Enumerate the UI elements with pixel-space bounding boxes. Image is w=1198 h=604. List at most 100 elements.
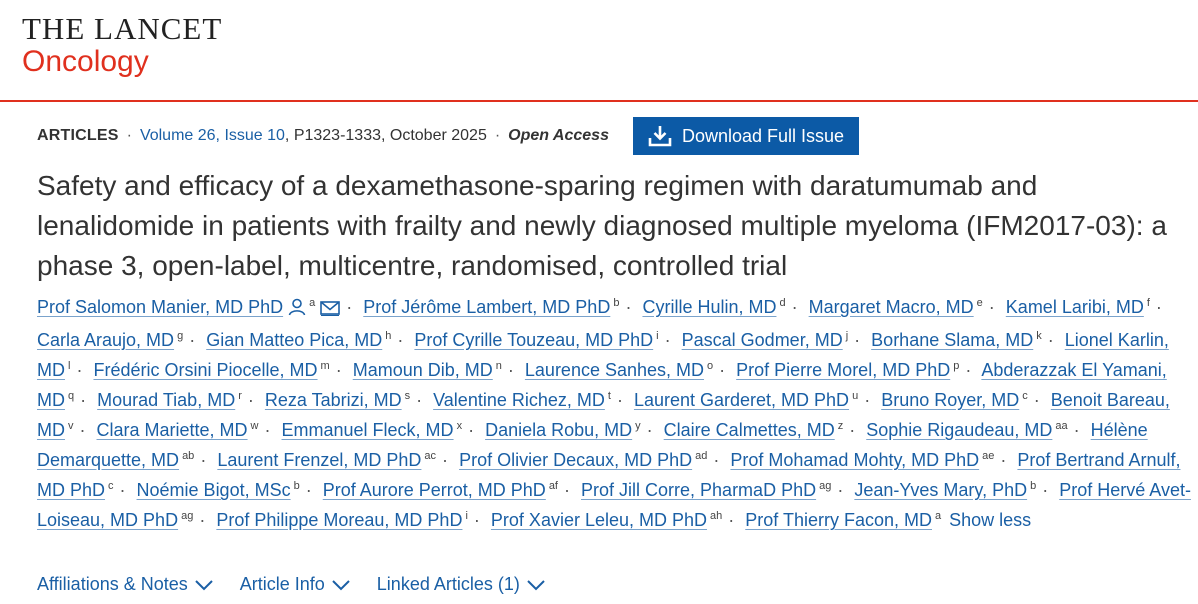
affiliation-marker[interactable]: k — [1036, 330, 1042, 342]
author-name[interactable]: Jean-Yves Mary, PhD — [854, 480, 1027, 500]
affiliation-marker[interactable]: m — [321, 360, 330, 372]
affiliation-marker[interactable]: i — [465, 510, 467, 522]
site-header: THE LANCET Oncology — [0, 0, 1198, 102]
author-name[interactable]: Borhane Slama, MD — [871, 330, 1033, 350]
affiliation-marker[interactable]: d — [779, 297, 785, 309]
affiliation-marker[interactable]: x — [457, 420, 463, 432]
person-icon[interactable] — [288, 295, 306, 325]
author-name[interactable]: Frédéric Orsini Piocelle, MD — [93, 360, 317, 380]
author-separator: · — [864, 390, 871, 410]
affiliation-marker[interactable]: z — [838, 420, 844, 432]
author-name[interactable]: Prof Jérôme Lambert, MD PhD — [363, 297, 610, 317]
author-separator: · — [564, 480, 570, 500]
author-separator: · — [965, 360, 972, 380]
affiliation-marker[interactable]: a — [935, 510, 941, 522]
affiliation-marker[interactable]: ag — [181, 510, 193, 522]
author-name[interactable]: Prof Mohamad Mohty, MD PhD — [730, 450, 979, 470]
chevron-down-icon — [520, 579, 546, 591]
affiliation-marker[interactable]: o — [707, 360, 713, 372]
author-name[interactable]: Kamel Laribi, MD — [1006, 297, 1144, 317]
affiliation-marker[interactable]: h — [385, 330, 391, 342]
affiliation-marker[interactable]: e — [977, 297, 983, 309]
volume-issue-link[interactable]: Volume 26, Issue 10 — [140, 127, 285, 145]
author-name[interactable]: Prof Thierry Facon, MD — [745, 510, 932, 530]
author-list: Prof Salomon Manier, MD PhD a · Prof Jérôm… — [37, 292, 1192, 535]
affiliation-marker[interactable]: ag — [819, 480, 831, 492]
author-separator: · — [507, 360, 514, 380]
affiliation-marker[interactable]: t — [608, 390, 611, 402]
affiliation-marker[interactable]: aa — [1055, 420, 1067, 432]
author-name[interactable]: Prof Xavier Leleu, MD PhD — [491, 510, 707, 530]
author-name[interactable]: Prof Philippe Moreau, MD PhD — [216, 510, 462, 530]
affiliation-marker[interactable]: l — [68, 360, 70, 372]
affiliation-marker[interactable]: ad — [695, 450, 707, 462]
author-name[interactable]: Prof Aurore Perrot, MD PhD — [323, 480, 546, 500]
author-name[interactable]: Mamoun Dib, MD — [353, 360, 493, 380]
affiliation-marker[interactable]: af — [549, 480, 558, 492]
author-name[interactable]: Daniela Robu, MD — [485, 420, 632, 440]
affiliation-marker[interactable]: c — [108, 480, 114, 492]
author-name[interactable]: Prof Cyrille Touzeau, MD PhD — [414, 330, 653, 350]
tab-article-info[interactable]: Article Info — [240, 574, 351, 595]
author-name[interactable]: Margaret Macro, MD — [809, 297, 974, 317]
author-name[interactable]: Noémie Bigot, MSc — [137, 480, 291, 500]
author-name[interactable]: Prof Olivier Decaux, MD PhD — [459, 450, 692, 470]
affiliation-marker[interactable]: q — [68, 390, 74, 402]
author-separator: · — [1047, 330, 1054, 350]
author-name[interactable]: Claire Calmettes, MD — [664, 420, 835, 440]
article-meta: ARTICLES · Volume 26, Issue 10 , P1323-1… — [37, 116, 860, 156]
affiliation-marker[interactable]: y — [635, 420, 641, 432]
affiliation-marker[interactable]: w — [251, 420, 259, 432]
affiliation-marker[interactable]: p — [953, 360, 959, 372]
affiliation-marker[interactable]: v — [68, 420, 74, 432]
author-name[interactable]: Laurent Garderet, MD PhD — [634, 390, 849, 410]
author-name[interactable]: Bruno Royer, MD — [881, 390, 1019, 410]
section-label: ARTICLES — [37, 127, 119, 144]
author-name[interactable]: Reza Tabrizi, MD — [265, 390, 402, 410]
author-separator: · — [664, 330, 671, 350]
affiliation-marker[interactable]: b — [1030, 480, 1036, 492]
author-name[interactable]: Pascal Godmer, MD — [682, 330, 843, 350]
author-name[interactable]: Cyrille Hulin, MD — [642, 297, 776, 317]
journal-logo[interactable]: THE LANCET Oncology — [22, 12, 222, 78]
affiliation-marker[interactable]: ae — [982, 450, 994, 462]
author-name[interactable]: Laurence Sanhes, MD — [525, 360, 704, 380]
affiliation-marker[interactable]: ac — [424, 450, 436, 462]
download-full-issue-button[interactable]: Download Full Issue — [632, 117, 860, 155]
affiliation-marker[interactable]: a — [309, 297, 315, 309]
author-name[interactable]: Emmanuel Fleck, MD — [282, 420, 454, 440]
affiliation-marker[interactable]: n — [496, 360, 502, 372]
author-name[interactable]: Valentine Richez, MD — [433, 390, 605, 410]
author-name[interactable]: Mourad Tiab, MD — [97, 390, 235, 410]
author-name[interactable]: Laurent Frenzel, MD PhD — [217, 450, 421, 470]
envelope-icon[interactable] — [320, 295, 341, 325]
author-name[interactable]: Sophie Rigaudeau, MD — [866, 420, 1052, 440]
author-name[interactable]: Prof Pierre Morel, MD PhD — [736, 360, 950, 380]
affiliation-marker[interactable]: f — [1147, 297, 1150, 309]
author-name[interactable]: Gian Matteo Pica, MD — [206, 330, 382, 350]
chevron-down-icon — [325, 579, 351, 591]
affiliation-marker[interactable]: b — [613, 297, 619, 309]
author-separator: · — [791, 297, 798, 317]
affiliation-marker[interactable]: u — [852, 390, 858, 402]
author-separator: · — [719, 360, 726, 380]
tab-affiliations-notes[interactable]: Affiliations & Notes — [37, 574, 214, 595]
affiliation-marker[interactable]: c — [1022, 390, 1028, 402]
affiliation-marker[interactable]: ab — [182, 450, 194, 462]
author-name[interactable]: Clara Mariette, MD — [97, 420, 248, 440]
affiliation-marker[interactable]: j — [846, 330, 848, 342]
affiliation-marker[interactable]: s — [405, 390, 411, 402]
affiliation-marker[interactable]: i — [656, 330, 658, 342]
author-separator: · — [1073, 420, 1080, 440]
author-separator: · — [305, 480, 312, 500]
show-less-link[interactable]: Show less — [949, 510, 1031, 530]
author-name[interactable]: Prof Jill Corre, PharmaD PhD — [581, 480, 816, 500]
affiliation-marker[interactable]: g — [177, 330, 183, 342]
affiliation-marker[interactable]: b — [294, 480, 300, 492]
affiliation-marker[interactable]: ah — [710, 510, 722, 522]
author-name[interactable]: Carla Araujo, MD — [37, 330, 174, 350]
author-name[interactable]: Prof Salomon Manier, MD PhD — [37, 297, 283, 317]
tab-linked-articles-1[interactable]: Linked Articles (1) — [377, 574, 546, 595]
download-icon — [648, 126, 672, 147]
affiliation-marker[interactable]: r — [238, 390, 242, 402]
